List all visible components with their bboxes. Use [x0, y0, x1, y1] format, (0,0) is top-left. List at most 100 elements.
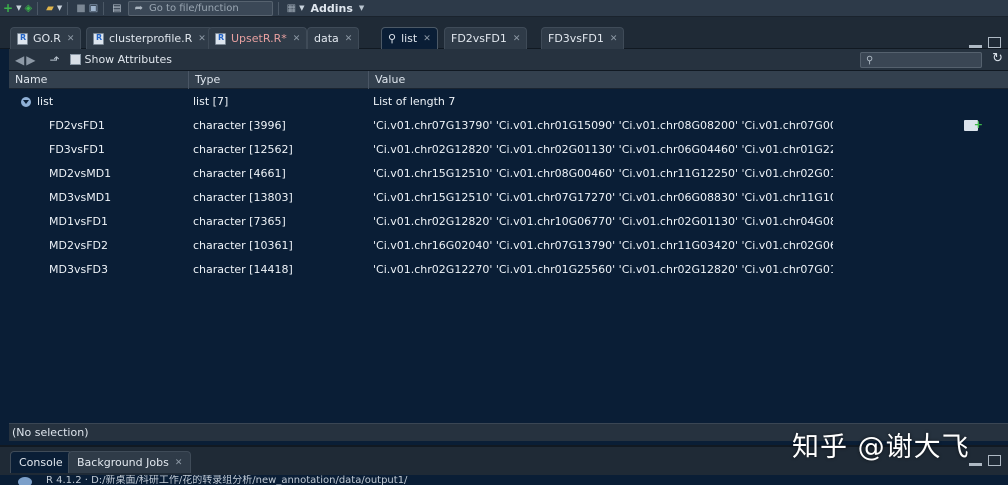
- tab-label: UpsetR.R*: [231, 32, 287, 45]
- row-value: 'Ci.v01.chr16G02040' 'Ci.v01.chr07G13790…: [373, 239, 833, 252]
- tab-fd3vsfd1[interactable]: FD3vsFD1 ✕: [541, 27, 625, 129]
- chevron-down-icon: ▼: [358, 4, 365, 12]
- row-name: MD1vsFD1: [49, 215, 108, 228]
- tree-row[interactable]: MD2vsMD1 character [4661] 'Ci.v01.chr15G…: [9, 162, 1008, 186]
- open-file-dropdown-icon[interactable]: ▼: [57, 1, 62, 16]
- addins-menu[interactable]: Addins ▼: [310, 2, 364, 15]
- tree-row[interactable]: FD2vsFD1 character [3996] 'Ci.v01.chr07G…: [9, 114, 1008, 138]
- grid-layout-icon[interactable]: ▦: [287, 1, 296, 16]
- tab-label: GO.R: [33, 32, 61, 45]
- tab-label: Background Jobs: [77, 456, 169, 469]
- row-type: list [7]: [193, 95, 229, 108]
- addins-label: Addins: [310, 1, 353, 15]
- close-icon[interactable]: ✕: [293, 34, 301, 44]
- close-icon[interactable]: ✕: [513, 34, 521, 44]
- tree-row[interactable]: MD3vsMD1 character [13803] 'Ci.v01.chr15…: [9, 186, 1008, 210]
- row-name: MD3vsMD1: [49, 191, 112, 204]
- toolbar-divider: [67, 1, 69, 15]
- tab-data[interactable]: data ✕: [307, 27, 360, 129]
- row-type: character [7365]: [193, 215, 286, 228]
- row-name: MD2vsMD1: [49, 167, 112, 180]
- tab-label: data: [314, 32, 339, 45]
- watermark: 知乎 @谢大飞: [792, 432, 970, 463]
- close-icon[interactable]: ✕: [67, 34, 75, 44]
- row-name: list: [37, 95, 54, 108]
- forward-arrow-icon[interactable]: ▶: [26, 53, 35, 67]
- go-to-file-input[interactable]: ➦ Go to file/function: [127, 0, 273, 16]
- editor-tab-bar: GO.R ✕ clusterprofile.R ✕ UpsetR.R* ✕ da…: [0, 17, 1008, 129]
- tree-row[interactable]: MD1vsFD1 character [7365] 'Ci.v01.chr02G…: [9, 210, 1008, 234]
- r-file-icon: [215, 32, 226, 45]
- go-to-file-placeholder: Go to file/function: [149, 2, 239, 14]
- row-name: MD2vsFD2: [49, 239, 108, 252]
- back-arrow-icon[interactable]: ◀: [15, 53, 24, 67]
- minimize-pane-icon[interactable]: [969, 455, 982, 466]
- row-value: 'Ci.v01.chr15G12510' 'Ci.v01.chr07G17270…: [373, 191, 833, 204]
- collapse-toggle-icon[interactable]: [21, 97, 31, 107]
- search-icon: ⚲: [866, 54, 874, 66]
- row-name: MD3vsFD3: [49, 263, 108, 276]
- filter-search-input[interactable]: ⚲: [860, 52, 982, 68]
- column-headers: Name Type Value: [9, 71, 1008, 89]
- save-all-icon[interactable]: ▣: [89, 1, 98, 16]
- view-data-icon[interactable]: [964, 118, 983, 131]
- grid-layout-dropdown-icon[interactable]: ▼: [299, 1, 304, 16]
- row-value: 'Ci.v01.chr02G12270' 'Ci.v01.chr01G25560…: [373, 263, 833, 276]
- column-header-value[interactable]: Value: [369, 71, 1008, 89]
- row-type: character [14418]: [193, 263, 293, 276]
- tab-console[interactable]: Console: [10, 451, 72, 473]
- row-type: character [3996]: [193, 119, 286, 132]
- console-pane-controls: [969, 455, 1001, 466]
- minimize-pane-icon[interactable]: [969, 37, 982, 48]
- new-project-icon[interactable]: ◈: [24, 1, 32, 16]
- new-file-icon[interactable]: +: [3, 1, 13, 16]
- search-icon: ⚲: [388, 32, 397, 45]
- new-file-dropdown-icon[interactable]: ▼: [16, 1, 21, 16]
- maximize-pane-icon[interactable]: [988, 37, 1001, 48]
- tab-clusterprofile-r[interactable]: clusterprofile.R ✕: [86, 27, 213, 49]
- row-type: character [4661]: [193, 167, 286, 180]
- tab-upsetr-r[interactable]: UpsetR.R* ✕: [208, 27, 308, 49]
- tab-label: list: [401, 32, 418, 45]
- go-to-arrow-icon: ➦: [134, 2, 143, 14]
- show-in-new-window-icon[interactable]: ⬏: [49, 53, 59, 67]
- open-file-icon[interactable]: ▰: [46, 1, 54, 16]
- print-icon[interactable]: ▤: [112, 1, 121, 16]
- maximize-pane-icon[interactable]: [988, 455, 1001, 466]
- tree-row[interactable]: MD2vsFD2 character [10361] 'Ci.v01.chr16…: [9, 234, 1008, 258]
- object-explorer-grid: list list [7] List of length 7 FD2vsFD1 …: [9, 89, 1008, 423]
- tree-row[interactable]: FD3vsFD1 character [12562] 'Ci.v01.chr02…: [9, 138, 1008, 162]
- tab-fd2vsfd1[interactable]: FD2vsFD1 ✕: [444, 27, 528, 129]
- row-value: 'Ci.v01.chr02G12820' 'Ci.v01.chr02G01130…: [373, 143, 833, 156]
- r-logo-icon: [18, 477, 32, 485]
- r-file-icon: [17, 32, 28, 45]
- tab-go-r[interactable]: GO.R ✕: [10, 27, 82, 49]
- tab-label: Console: [19, 456, 63, 469]
- tree-row[interactable]: MD3vsFD3 character [14418] 'Ci.v01.chr02…: [9, 258, 1008, 282]
- tab-label: FD3vsFD1: [548, 32, 604, 45]
- close-icon[interactable]: ✕: [198, 34, 206, 44]
- row-type: character [10361]: [193, 239, 293, 252]
- pane-controls: [969, 37, 1001, 48]
- toolbar-divider: [37, 1, 39, 15]
- close-icon[interactable]: ✕: [610, 34, 618, 44]
- close-icon[interactable]: ✕: [423, 34, 431, 44]
- row-value: 'Ci.v01.chr15G12510' 'Ci.v01.chr08G00460…: [373, 167, 833, 180]
- toolbar-divider: [103, 1, 105, 15]
- tab-background-jobs[interactable]: Background Jobs ✕: [68, 451, 192, 473]
- tree-row-root[interactable]: list list [7] List of length 7: [9, 90, 1008, 114]
- column-header-name[interactable]: Name: [9, 71, 189, 89]
- show-attributes-checkbox[interactable]: [69, 54, 81, 65]
- main-toolbar: + ▼ ◈ ▰ ▼ ■ ▣ ▤ ➦ Go to file/function ▦ …: [0, 0, 1008, 17]
- row-type: character [12562]: [193, 143, 293, 156]
- row-value: 'Ci.v01.chr02G12820' 'Ci.v01.chr10G06770…: [373, 215, 833, 228]
- tab-list[interactable]: ⚲ list ✕: [381, 27, 438, 49]
- row-type: character [13803]: [193, 191, 293, 204]
- close-icon[interactable]: ✕: [345, 34, 353, 44]
- row-value: 'Ci.v01.chr07G13790' 'Ci.v01.chr01G15090…: [373, 119, 833, 132]
- close-icon[interactable]: ✕: [175, 458, 183, 468]
- refresh-icon[interactable]: ↻: [992, 51, 1003, 66]
- save-icon[interactable]: ■: [76, 1, 85, 16]
- show-attributes-label: Show Attributes: [84, 53, 172, 66]
- column-header-type[interactable]: Type: [189, 71, 369, 89]
